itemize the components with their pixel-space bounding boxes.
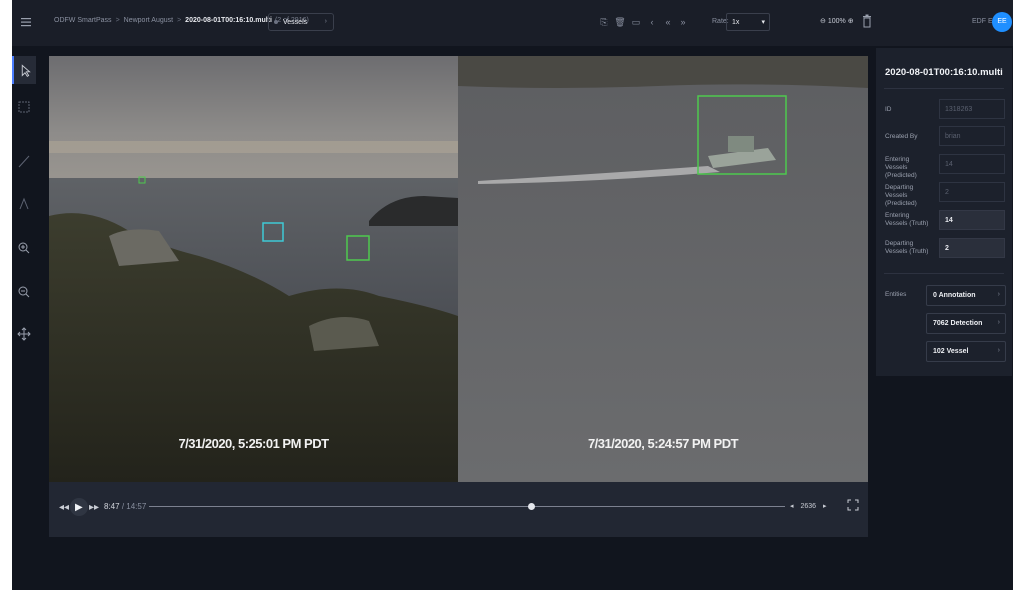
camera-right-image bbox=[458, 56, 868, 482]
playback-controls: ◂◂ ▶ ▸▸ 8:47 / 14:57 ◂ 2636 ▸ bbox=[49, 482, 868, 537]
chevron-right-icon: › bbox=[324, 18, 327, 25]
breadcrumb-dataset[interactable]: Newport August bbox=[124, 17, 173, 24]
id-label: ID bbox=[885, 106, 892, 113]
annotation-entity-label: 0 Annotation bbox=[933, 292, 976, 299]
entering-predicted-label: Entering Vessels (Predicted) bbox=[885, 156, 917, 179]
entering-predicted-field: 14 bbox=[939, 154, 1005, 174]
detection-entity-label: 7062 Detection bbox=[933, 320, 983, 327]
zoom-control[interactable]: ⊖ 100% ⊕ bbox=[820, 17, 854, 25]
bounding-box-tool-icon[interactable] bbox=[12, 93, 36, 121]
line-tool-icon[interactable] bbox=[12, 147, 36, 175]
chevron-right-icon: › bbox=[997, 319, 1000, 326]
vessel-entity-label: 102 Vessel bbox=[933, 348, 969, 355]
metadata-panel: 2020-08-01T00:16:10.multi ID 1318263 Cre… bbox=[876, 48, 1012, 376]
entering-truth-input[interactable]: 14 bbox=[939, 210, 1005, 230]
annotation-entity-button[interactable]: 0 Annotation › bbox=[926, 285, 1006, 306]
total-time: / 14:57 bbox=[121, 502, 147, 511]
created-by-field: brian bbox=[939, 126, 1005, 146]
departing-truth-input[interactable]: 2 bbox=[939, 238, 1005, 258]
departing-predicted-label: Departing Vessels (Predicted) bbox=[885, 184, 917, 207]
frame-number: 2636 bbox=[800, 503, 817, 510]
current-time: 8:47 bbox=[104, 502, 120, 511]
vessel-filter-label: Vessels bbox=[283, 19, 308, 26]
departing-truth-label: Departing Vessels (Truth) bbox=[885, 240, 929, 255]
rate-value: 1x bbox=[732, 19, 740, 26]
hamburger-menu-icon[interactable] bbox=[18, 14, 34, 30]
seek-thumb[interactable] bbox=[527, 503, 535, 510]
camera-left-timestamp: 7/31/2020, 5:25:01 PM PDT bbox=[178, 436, 329, 451]
playback-time: 8:47 / 14:57 bbox=[104, 502, 146, 511]
pan-tool-icon[interactable] bbox=[12, 320, 36, 348]
camera-view-right[interactable]: 7/31/2020, 5:24:57 PM PDT bbox=[458, 56, 868, 482]
breadcrumb-project[interactable]: ODFW SmartPass bbox=[54, 17, 112, 24]
camera-right-timestamp: 7/31/2020, 5:24:57 PM PDT bbox=[587, 436, 739, 451]
created-by-label: Created By bbox=[885, 133, 918, 140]
point-tool-icon[interactable] bbox=[12, 189, 36, 217]
pointer-tool-icon[interactable] bbox=[12, 56, 36, 84]
frame-next-icon[interactable]: ▸ bbox=[823, 503, 827, 510]
skip-forward-icon[interactable]: » bbox=[677, 15, 689, 29]
panel-divider bbox=[884, 88, 1004, 89]
video-viewer[interactable]: 7/31/2020, 5:25:01 PM PDT 7/31/2020, 5:2… bbox=[49, 56, 868, 482]
vessel-filter-select[interactable]: Vessels › bbox=[268, 13, 334, 31]
fast-forward-icon[interactable]: ▸▸ bbox=[89, 502, 99, 513]
filter-dot-icon bbox=[274, 20, 278, 24]
user-avatar[interactable]: EE bbox=[992, 12, 1012, 32]
clipboard-icon[interactable]: ▭ bbox=[630, 15, 642, 29]
entering-truth-label: Entering Vessels (Truth) bbox=[885, 212, 929, 227]
previous-icon[interactable]: ‹ bbox=[646, 15, 658, 29]
id-field: 1318263 bbox=[939, 99, 1005, 119]
panel-title: 2020-08-01T00:16:10.multi bbox=[885, 67, 1003, 78]
zoom-in-tool-icon[interactable] bbox=[12, 234, 36, 262]
zoom-out-tool-icon[interactable] bbox=[12, 278, 36, 306]
rate-select[interactable]: 1x ▾ bbox=[726, 13, 770, 31]
top-bar: ODFW SmartPass > Newport August >2020-08-01… bbox=[12, 0, 1013, 46]
chevron-down-icon: ▾ bbox=[761, 19, 765, 26]
play-icon[interactable]: ▶ bbox=[75, 502, 83, 513]
zoom-level: 100% bbox=[827, 18, 846, 25]
vessel-entity-button[interactable]: 102 Vessel › bbox=[926, 341, 1006, 362]
fullscreen-icon[interactable] bbox=[847, 499, 859, 511]
chevron-right-icon: › bbox=[997, 291, 1000, 298]
camera-left-image bbox=[49, 56, 458, 482]
delete-icon[interactable]: 🗑 bbox=[614, 15, 626, 29]
frame-prev-icon[interactable]: ◂ bbox=[790, 503, 794, 510]
rewind-icon[interactable]: ◂◂ bbox=[59, 502, 69, 513]
departing-predicted-field: 2 bbox=[939, 182, 1005, 202]
trash-icon[interactable] bbox=[862, 14, 872, 28]
skip-back-icon[interactable]: « bbox=[662, 15, 674, 29]
breadcrumb-current: 2020-08-01T00:16:10.multi bbox=[185, 17, 272, 24]
app-window: ODFW SmartPass > Newport August >2020-08-01… bbox=[12, 0, 1013, 590]
chevron-right-icon: › bbox=[997, 347, 1000, 354]
seek-bar[interactable] bbox=[149, 506, 785, 507]
copy-icon[interactable]: ⎘ bbox=[598, 15, 610, 29]
camera-view-left[interactable]: 7/31/2020, 5:25:01 PM PDT bbox=[49, 56, 458, 482]
zoom-in-small-icon[interactable]: ⊕ bbox=[848, 18, 854, 25]
panel-divider bbox=[884, 273, 1004, 274]
detection-entity-button[interactable]: 7062 Detection › bbox=[926, 313, 1006, 334]
zoom-out-small-icon[interactable]: ⊖ bbox=[820, 18, 826, 25]
frame-counter: ◂ 2636 ▸ bbox=[790, 502, 827, 510]
